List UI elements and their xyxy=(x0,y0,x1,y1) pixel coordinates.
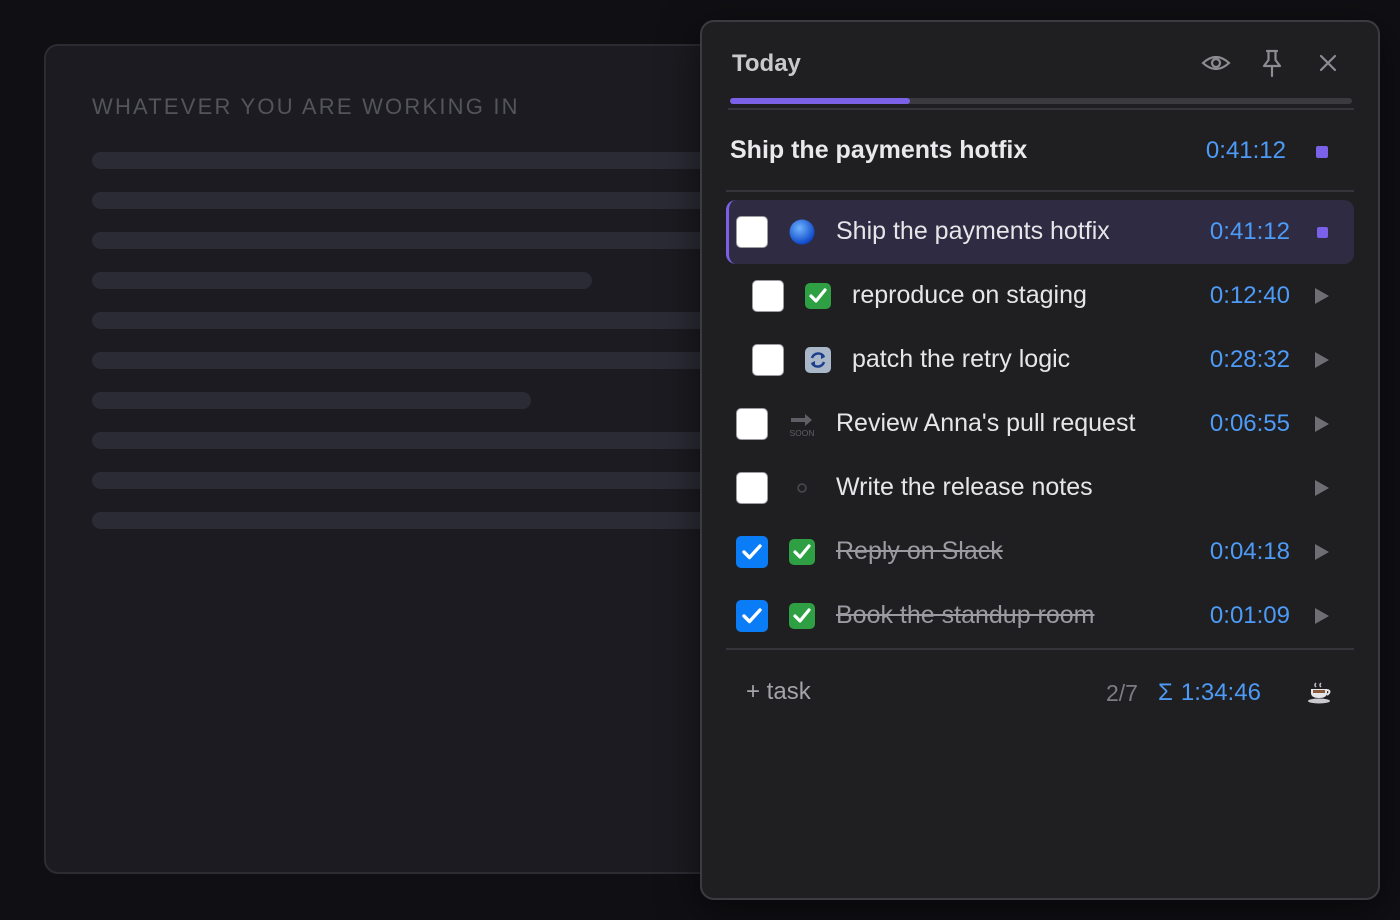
current-task-time: 0:41:12 xyxy=(1205,137,1286,164)
current-task: Ship the payments hotfix 0:41:12 xyxy=(702,110,1378,190)
play-icon[interactable] xyxy=(1312,350,1332,370)
task-checkbox[interactable] xyxy=(736,536,768,568)
task-time: 0:28:32 xyxy=(1209,346,1290,373)
close-icon[interactable] xyxy=(1311,46,1345,80)
task-label: Review Anna's pull request xyxy=(836,409,1136,437)
background-title: WHATEVER YOU ARE WORKING IN xyxy=(92,94,520,119)
play-icon[interactable] xyxy=(1312,286,1332,306)
completed-count: 2/7 xyxy=(1106,680,1138,706)
task-row[interactable]: Book the standup room 0:01:09 xyxy=(726,584,1354,648)
total-time: Σ 1:34:46 xyxy=(1158,679,1261,707)
task-time: 0:06:55 xyxy=(1209,410,1290,437)
task-row[interactable]: patch the retry logic 0:28:32 xyxy=(726,328,1354,392)
task-label: Book the standup room xyxy=(836,601,1095,629)
task-checkbox[interactable] xyxy=(736,408,768,440)
task-time: 0:41:12 xyxy=(1209,218,1290,245)
sigma-symbol: Σ xyxy=(1158,679,1173,706)
task-checkbox[interactable] xyxy=(736,216,768,248)
total-time-value: 1:34:46 xyxy=(1180,679,1261,706)
task-label: Reply on Slack xyxy=(836,537,1003,565)
tracker-panel: Today Ship the payments hotfix 0:41:12 S… xyxy=(700,20,1380,900)
check-mark-icon xyxy=(786,536,818,568)
task-row[interactable]: Ship the payments hotfix 0:41:12 xyxy=(726,200,1354,264)
pin-icon[interactable] xyxy=(1255,46,1289,80)
soon-arrow-icon: SOON xyxy=(786,408,818,440)
divider xyxy=(726,190,1354,192)
play-icon[interactable] xyxy=(1312,542,1332,562)
stop-button[interactable] xyxy=(1316,146,1328,158)
placeholder-line xyxy=(92,392,531,409)
blue-circle-icon xyxy=(786,216,818,248)
progress-fill xyxy=(730,98,911,104)
add-task-button[interactable]: + task xyxy=(746,678,811,706)
task-row[interactable]: reproduce on staging 0:12:40 xyxy=(726,264,1354,328)
check-mark-icon xyxy=(786,600,818,632)
check-mark-icon xyxy=(802,280,834,312)
task-time: 0:01:09 xyxy=(1209,602,1290,629)
task-checkbox[interactable] xyxy=(736,472,768,504)
task-label: patch the retry logic xyxy=(852,345,1071,373)
task-row[interactable]: Reply on Slack 0:04:18 xyxy=(726,520,1354,584)
play-icon[interactable] xyxy=(1312,414,1332,434)
task-row[interactable]: Write the release notes xyxy=(726,456,1354,520)
task-row[interactable]: SOON Review Anna's pull request 0:06:55 xyxy=(726,392,1354,456)
task-time: 0:04:18 xyxy=(1209,538,1290,565)
divider xyxy=(726,648,1354,650)
play-icon[interactable] xyxy=(1312,478,1332,498)
play-icon[interactable] xyxy=(1312,606,1332,626)
task-label: Ship the payments hotfix xyxy=(836,217,1110,245)
progress-bar xyxy=(730,98,1352,104)
placeholder-line xyxy=(92,272,592,289)
panel-title: Today xyxy=(732,50,801,77)
task-label: Write the release notes xyxy=(836,473,1093,501)
empty-circle-icon xyxy=(786,472,818,504)
eye-icon[interactable] xyxy=(1199,46,1233,80)
svg-text:SOON: SOON xyxy=(789,428,814,438)
task-list: Ship the payments hotfix 0:41:12 reproduce… xyxy=(726,200,1354,648)
task-label: reproduce on staging xyxy=(852,281,1087,309)
task-time: 0:12:40 xyxy=(1209,282,1290,309)
refresh-icon xyxy=(802,344,834,376)
task-checkbox[interactable] xyxy=(736,600,768,632)
task-checkbox[interactable] xyxy=(752,280,784,312)
coffee-icon[interactable] xyxy=(1306,678,1336,708)
stop-icon[interactable] xyxy=(1312,222,1332,242)
task-checkbox[interactable] xyxy=(752,344,784,376)
current-task-name: Ship the payments hotfix xyxy=(730,136,1028,164)
